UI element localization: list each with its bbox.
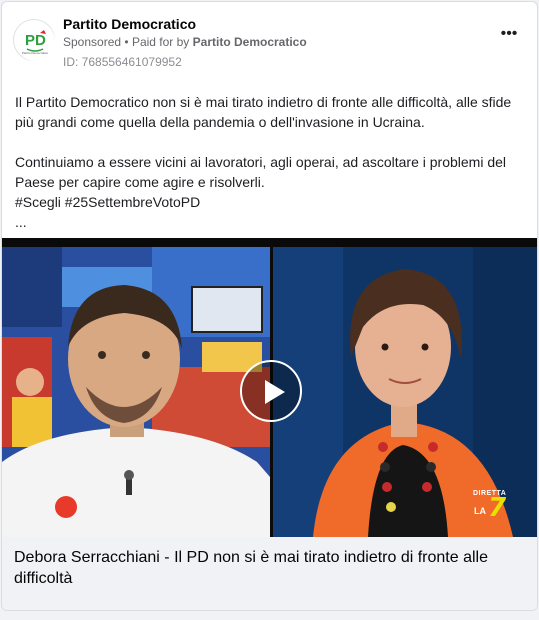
la7-la-text: LA	[474, 506, 486, 516]
body-paragraph-1: Il Partito Democratico non si è mai tira…	[15, 94, 512, 130]
page-avatar[interactable]: PD Partito Democratico	[13, 19, 55, 61]
pd-logo-letters: PD	[25, 32, 46, 49]
paid-for-prefix: Paid for by	[131, 35, 190, 49]
post-body: Il Partito Democratico non si è mai tira…	[15, 92, 527, 232]
left-speaker-image	[2, 247, 270, 537]
video-caption-title[interactable]: Debora Serracchiani - Il PD non si è mai…	[14, 547, 514, 589]
see-more-ellipsis[interactable]: ...	[15, 212, 527, 232]
pd-logo-subtext: Partito Democratico	[22, 51, 49, 55]
play-button-icon[interactable]	[240, 360, 302, 422]
video-left-panel	[2, 247, 270, 537]
sponsored-line: Sponsored • Paid for by Partito Democrat…	[63, 35, 307, 49]
sponsored-label: Sponsored	[63, 35, 122, 49]
hashtags[interactable]: #Scegli #25SettembreVotoPD	[15, 192, 527, 212]
paid-for-by-name[interactable]: Partito Democratico	[193, 35, 307, 49]
pd-logo-icon: PD Partito Democratico	[15, 21, 55, 61]
video-thumbnail[interactable]: DIRETTA LA 7	[2, 238, 537, 537]
post-header: PD Partito Democratico Partito Democrati…	[2, 2, 537, 80]
ad-id: ID: 768556461079952	[63, 55, 182, 69]
page-name-link[interactable]: Partito Democratico	[63, 16, 196, 32]
ad-post-card: PD Partito Democratico Partito Democrati…	[1, 1, 538, 611]
body-paragraph-2: Continuiamo a essere vicini ai lavorator…	[15, 154, 507, 190]
link-caption-area[interactable]: Debora Serracchiani - Il PD non si è mai…	[2, 537, 537, 610]
la7-channel-logo: DIRETTA LA 7	[471, 489, 515, 523]
la7-seven-text: 7	[488, 493, 507, 523]
more-options-icon[interactable]: •••	[499, 26, 519, 43]
dot-separator: •	[124, 35, 129, 49]
